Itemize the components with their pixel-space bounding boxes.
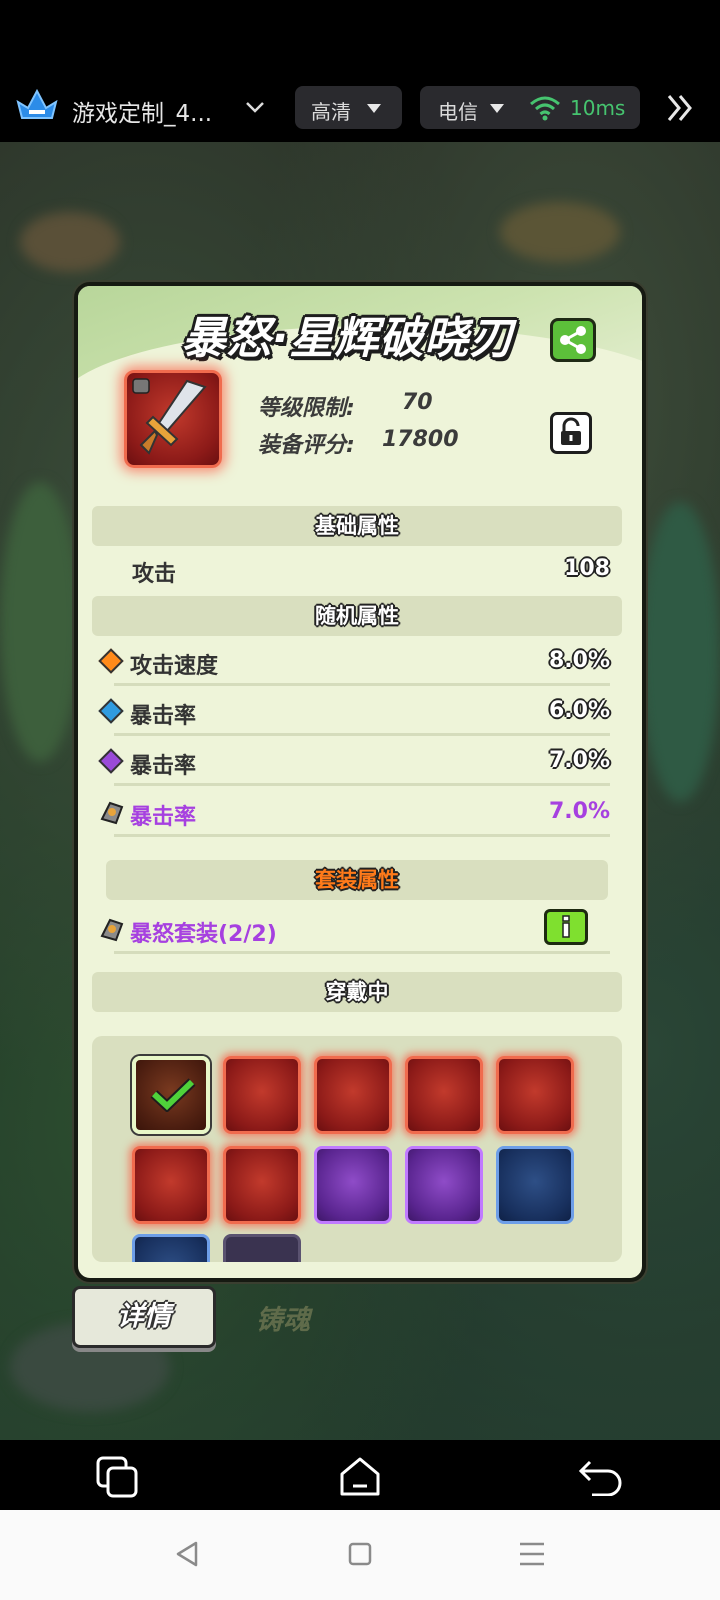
attribute-row: 暴击率 7.0% — [98, 789, 610, 837]
system-back-icon[interactable] — [174, 1540, 200, 1568]
section-title: 穿戴中 — [325, 980, 389, 1004]
sword-slot[interactable] — [223, 1234, 301, 1262]
section-random-attributes: 随机属性 — [92, 596, 622, 636]
chevron-down-icon[interactable] — [244, 96, 266, 118]
attribute-name: 攻击速度 — [130, 654, 219, 679]
section-set-attributes: 套装属性 — [106, 860, 608, 900]
set-rune-icon — [100, 801, 124, 825]
checkmark-icon — [150, 1078, 196, 1112]
lock-button[interactable] — [550, 412, 592, 454]
divider — [114, 834, 610, 837]
background-blur — [0, 482, 80, 762]
share-icon — [560, 326, 586, 354]
sword-slot[interactable] — [132, 1146, 210, 1224]
attribute-row: 暴击率 6.0% — [98, 688, 610, 736]
attribute-name: 暴击率 — [130, 805, 197, 830]
item-title: 暴怒·星辉破晓刃 — [181, 313, 515, 364]
section-title: 随机属性 — [315, 604, 399, 628]
cloud-game-toolbar: 游戏定制_4... 高清 电信 10ms — [0, 0, 720, 142]
system-home-icon[interactable] — [348, 1542, 372, 1566]
attribute-value: 8.0% — [548, 648, 610, 673]
background-blur — [500, 202, 620, 262]
attribute-value: 7.0% — [548, 748, 610, 773]
divider — [114, 683, 610, 686]
orange-gem-icon — [98, 648, 124, 674]
sword-slot[interactable] — [496, 1056, 574, 1134]
purple-gem-icon — [98, 748, 124, 774]
wifi-icon — [530, 96, 560, 121]
divider — [114, 733, 610, 736]
quality-label: 高清 — [311, 100, 351, 124]
divider — [114, 783, 610, 786]
sword-slot[interactable] — [405, 1056, 483, 1134]
level-limit-label: 等级限制: — [258, 396, 355, 421]
game-name[interactable]: 游戏定制_4... — [72, 94, 212, 128]
equipped-items-grid — [92, 1036, 622, 1262]
quality-selector[interactable]: 高清 — [295, 86, 402, 129]
sword-slot[interactable] — [223, 1146, 301, 1224]
triangle-down-icon — [367, 104, 381, 113]
attribute-row: 攻击速度 8.0% — [98, 638, 610, 686]
ping-value: 10ms — [570, 96, 626, 120]
back-arrow-icon[interactable] — [578, 1458, 624, 1496]
multiwindow-icon[interactable] — [96, 1456, 140, 1498]
attribute-row: 攻击 108 — [98, 546, 610, 594]
sword-slot[interactable] — [496, 1146, 574, 1224]
attribute-value: 108 — [564, 556, 610, 581]
attribute-value: 7.0% — [548, 799, 610, 824]
attribute-name: 暴击率 — [130, 704, 197, 729]
share-button[interactable] — [550, 318, 596, 362]
set-info-button[interactable] — [544, 909, 588, 945]
home-icon[interactable] — [338, 1456, 382, 1498]
background-blur — [640, 502, 720, 802]
tab-detail-label: 详情 — [117, 1301, 171, 1332]
attribute-value: 6.0% — [548, 698, 610, 723]
score-value: 17800 — [382, 427, 459, 452]
double-chevron-right-icon[interactable] — [664, 92, 696, 124]
attribute-row: 暴击率 7.0% — [98, 738, 610, 786]
set-name: 暴怒套装(2/2) — [130, 922, 277, 947]
network-selector[interactable]: 电信 10ms — [420, 86, 640, 129]
sword-slot[interactable] — [132, 1234, 210, 1262]
item-sword-icon — [124, 370, 222, 468]
equipment-detail-panel: 暴怒·星辉破晓刃 等级限制: 70 装备评分: 17800 基础属性 攻击 10… — [74, 282, 646, 1282]
tab-detail[interactable]: 详情 — [72, 1286, 216, 1348]
section-title: 基础属性 — [315, 514, 399, 538]
sword-slot[interactable] — [405, 1146, 483, 1224]
attribute-name: 暴击率 — [130, 754, 197, 779]
equipped-slot-selected[interactable] — [132, 1056, 210, 1134]
sword-slot[interactable] — [314, 1056, 392, 1134]
section-wearing: 穿戴中 — [92, 972, 622, 1012]
network-label: 电信 — [438, 100, 478, 124]
unlock-icon — [561, 417, 581, 445]
sword-slot[interactable] — [314, 1146, 392, 1224]
tab-soul[interactable]: 铸魂 — [256, 1298, 310, 1337]
level-limit-value: 70 — [402, 390, 433, 415]
section-basic-attributes: 基础属性 — [92, 506, 622, 546]
system-nav-bar — [0, 1510, 720, 1600]
system-recents-icon[interactable] — [518, 1540, 546, 1568]
set-rune-icon — [100, 918, 124, 942]
score-label: 装备评分: — [258, 433, 355, 458]
set-row: 暴怒套装(2/2) — [98, 906, 610, 954]
divider — [114, 951, 610, 954]
info-icon — [562, 915, 570, 938]
blue-gem-icon — [98, 698, 124, 724]
crown-logo-icon — [16, 88, 58, 119]
cloud-nav-bar — [0, 1440, 720, 1510]
game-viewport: 暴怒·星辉破晓刃 等级限制: 70 装备评分: 17800 基础属性 攻击 10… — [0, 142, 720, 1440]
attribute-name: 攻击 — [132, 562, 177, 587]
section-title: 套装属性 — [315, 868, 399, 892]
triangle-down-icon — [490, 104, 504, 113]
sword-slot[interactable] — [223, 1056, 301, 1134]
background-blur — [20, 212, 120, 272]
